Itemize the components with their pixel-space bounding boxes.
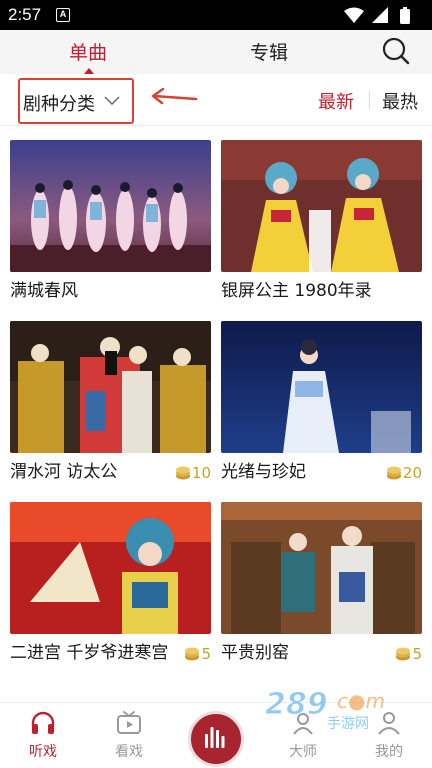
tab-single[interactable]: 单曲 (69, 38, 107, 65)
filter-bar: 剧种分类 最新 最热 (0, 74, 432, 126)
coin-count: 5 (201, 645, 211, 663)
card-thumbnail (221, 321, 422, 453)
card-title: 渭水河 访太公 (10, 462, 118, 482)
card-thumbnail (10, 140, 211, 272)
coin-icon (175, 466, 190, 480)
card-coins: 10 (175, 464, 211, 482)
wifi-icon (344, 7, 364, 23)
nav-watch-label: 看戏 (115, 744, 143, 760)
coin-icon (396, 647, 411, 661)
nav-watch[interactable]: 看戏 (94, 703, 164, 765)
coin-count: 10 (191, 464, 211, 482)
coin-count: 5 (412, 645, 422, 663)
card-coins: 20 (386, 464, 422, 482)
sort-hot-button[interactable]: 最热 (382, 88, 418, 114)
player-button[interactable] (188, 711, 244, 767)
sort-newest-button[interactable]: 最新 (318, 88, 354, 114)
equalizer-icon (205, 727, 225, 748)
sort-divider (369, 91, 370, 109)
card-thumbnail (221, 502, 422, 634)
card-title: 满城春风 (10, 281, 78, 301)
card-title: 二进宫 千岁爷进寒宫 (10, 643, 169, 663)
card-thumbnail (10, 502, 211, 634)
genre-filter-label: 剧种分类 (23, 94, 95, 115)
nav-master-label: 大师 (289, 744, 317, 760)
coin-icon (386, 466, 401, 480)
battery-icon (400, 7, 410, 24)
chevron-down-icon (104, 96, 120, 106)
card-title: 银屏公主 1980年录 (221, 281, 372, 301)
search-icon (382, 37, 410, 65)
card-thumbnail (221, 140, 422, 272)
status-bar: 2:57 A (0, 0, 432, 30)
notification-icon: A (56, 8, 70, 22)
status-time: 2:57 (8, 5, 42, 24)
coin-count: 20 (402, 464, 422, 482)
tv-icon (117, 711, 141, 734)
card-coins: 5 (395, 645, 422, 663)
card-title: 平贵别窑 (221, 643, 289, 663)
arrow-left-icon (151, 88, 198, 104)
svg-text:c●m: c●m (337, 689, 385, 713)
nav-listen-label: 听戏 (29, 744, 57, 760)
search-button[interactable] (381, 36, 411, 66)
headphones-icon (31, 711, 55, 734)
svg-text:手游网: 手游网 (327, 716, 369, 732)
card-thumbnail (10, 321, 211, 453)
nav-listen[interactable]: 听戏 (8, 703, 78, 765)
status-icons (342, 6, 424, 24)
svg-text:289: 289 (265, 687, 328, 722)
coin-icon (185, 647, 200, 661)
watermark-logo: 289 c●m 手游网 (265, 687, 385, 733)
top-tab-bar: 单曲 专辑 (0, 30, 432, 74)
genre-filter-dropdown[interactable]: 剧种分类 (18, 78, 134, 124)
nav-mine-label: 我的 (375, 744, 403, 760)
tab-album[interactable]: 专辑 (250, 38, 288, 65)
card-coins: 5 (184, 645, 211, 663)
card-title: 光绪与珍妃 (221, 462, 306, 482)
signal-icon (372, 7, 388, 23)
